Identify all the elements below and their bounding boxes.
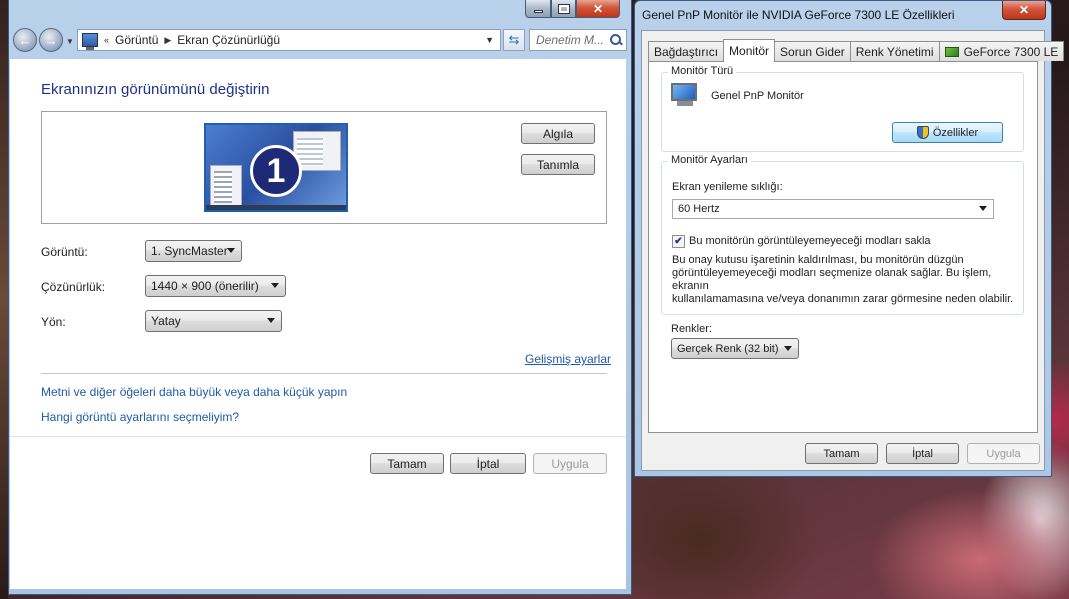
breadcrumb-separator-icon[interactable]: ▶: [164, 35, 171, 46]
search-input[interactable]: Denetim M...: [529, 29, 627, 51]
tab-troubleshoot[interactable]: Sorun Gider: [774, 41, 851, 61]
resolution-select[interactable]: 1440 × 900 (önerilir): [145, 275, 286, 297]
address-dropdown-icon[interactable]: ▼: [485, 35, 494, 45]
uac-shield-icon: [916, 126, 929, 139]
monitor-properties-dialog: Genel PnP Monitör ile NVIDIA GeForce 730…: [634, 0, 1065, 477]
monitor-arrangement-area: 1 Algıla Tanımla: [41, 111, 607, 224]
overflow-chevron-icon[interactable]: «: [104, 35, 109, 45]
breadcrumb-display[interactable]: Görüntü: [115, 33, 158, 47]
resolution-select-value: 1440 × 900 (önerilir): [151, 279, 259, 293]
divider: [41, 373, 607, 374]
dialog-title: Genel PnP Monitör ile NVIDIA GeForce 730…: [642, 8, 955, 22]
window-caption-buttons: ✕: [525, 0, 620, 18]
tab-monitor[interactable]: Monitör: [723, 39, 776, 62]
search-placeholder: Denetim M...: [536, 33, 605, 47]
maximize-icon: [557, 3, 570, 14]
monitor-type-group-title: Monitör Türü: [668, 65, 737, 77]
orientation-select-value: Yatay: [151, 314, 181, 328]
monitor-settings-group-title: Monitör Ayarları: [668, 154, 751, 166]
close-button[interactable]: ✕: [576, 0, 620, 18]
control-panel-window: ✕ ← → ▼ « Görüntü ▶ Ekran Çözünürlüğü ▼ …: [8, 0, 632, 595]
chevron-down-icon: [267, 318, 275, 323]
hide-modes-label[interactable]: Bu monitörün görüntüleyemeyeceği modları…: [689, 235, 931, 247]
monitor-name: Genel PnP Monitör: [711, 90, 804, 102]
desktop-edge: [0, 0, 8, 599]
address-bar[interactable]: « Görüntü ▶ Ekran Çözünürlüğü ▼: [77, 29, 501, 51]
control-panel-icon: [82, 33, 98, 50]
navigation-bar: ← → ▼ « Görüntü ▶ Ekran Çözünürlüğü ▼ ⇆ …: [13, 28, 627, 54]
display-select-value: 1. SyncMaster: [151, 244, 228, 258]
text-size-link[interactable]: Metni ve diğer öğeleri daha büyük veya d…: [41, 385, 347, 399]
chevron-down-icon: [227, 248, 235, 253]
monitor-settings-group: Monitör Ayarları Ekran yenileme sıklığı:…: [661, 154, 1024, 315]
nvidia-icon: [944, 46, 959, 57]
monitor-properties-button[interactable]: Özellikler: [892, 122, 1003, 143]
refresh-rate-label: Ekran yenileme sıklığı:: [672, 181, 783, 193]
monitor-number-badge: 1: [250, 145, 302, 197]
refresh-button[interactable]: ⇆: [503, 29, 525, 51]
recent-pages-dropdown[interactable]: ▼: [66, 37, 74, 46]
monitor-type-group: Monitör Türü Genel PnP Monitör Özellikle…: [661, 65, 1024, 152]
breadcrumb-screen-resolution[interactable]: Ekran Çözünürlüğü: [177, 33, 280, 47]
control-panel-content: Ekranınızın görünümünü değiştirin 1 Algı…: [10, 59, 626, 589]
description-line: Bu onay kutusu işaretinin kaldırılması, …: [672, 254, 964, 266]
hide-modes-description: Bu onay kutusu işaretinin kaldırılması, …: [672, 254, 1022, 306]
preview-window-graphic: [210, 165, 242, 207]
description-line: kullanılamamasına ve/veya donanımın zara…: [672, 293, 1014, 305]
dialog-close-button[interactable]: ✕: [1002, 1, 1046, 20]
orientation-label: Yön:: [41, 315, 66, 329]
refresh-rate-value: 60 Hertz: [678, 203, 720, 215]
dialog-apply-button[interactable]: Uygula: [967, 443, 1040, 464]
minimize-button[interactable]: [525, 0, 551, 18]
divider: [10, 436, 626, 437]
refresh-icon: ⇆: [508, 32, 520, 47]
tab-strip: Bağdaştırıcı Monitör Sorun Gider Renk Yö…: [648, 39, 1065, 62]
forward-button[interactable]: →: [39, 28, 63, 52]
advanced-settings-link[interactable]: Gelişmiş ayarlar: [525, 352, 611, 366]
which-settings-link[interactable]: Hangi görüntü ayarlarını seçmeliyim?: [41, 410, 239, 424]
preview-taskbar: [206, 205, 346, 210]
refresh-rate-select[interactable]: 60 Hertz: [672, 199, 994, 219]
display-label: Görüntü:: [41, 245, 88, 259]
apply-button[interactable]: Uygula: [533, 453, 607, 474]
chevron-down-icon: [784, 346, 792, 351]
dialog-cancel-button[interactable]: İptal: [886, 443, 959, 464]
tab-color-management[interactable]: Renk Yönetimi: [849, 41, 940, 61]
monitor-properties-button-label: Özellikler: [932, 126, 979, 139]
dialog-body: Bağdaştırıcı Monitör Sorun Gider Renk Yö…: [641, 30, 1065, 471]
chevron-down-icon: [979, 206, 987, 211]
close-icon: ✕: [1018, 3, 1030, 17]
identify-button[interactable]: Tanımla: [521, 154, 595, 175]
tab-geforce-label: GeForce 7300 LE: [963, 44, 1059, 59]
dialog-ok-button[interactable]: Tamam: [805, 443, 878, 464]
minimize-icon: [533, 9, 543, 13]
monitor-tile[interactable]: 1: [204, 123, 348, 212]
resolution-label: Çözünürlük:: [41, 280, 106, 294]
tab-geforce[interactable]: GeForce 7300 LE: [938, 41, 1065, 61]
display-select[interactable]: 1. SyncMaster: [145, 240, 242, 262]
page-title: Ekranınızın görünümünü değiştirin: [41, 81, 270, 98]
colors-label: Renkler:: [671, 323, 712, 335]
ok-button[interactable]: Tamam: [370, 453, 444, 474]
colors-select[interactable]: Gerçek Renk (32 bit): [671, 338, 799, 359]
hide-modes-checkbox[interactable]: ✔: [672, 235, 685, 248]
tab-adapter[interactable]: Bağdaştırıcı: [648, 41, 725, 61]
chevron-down-icon: [271, 283, 279, 288]
monitor-icon: [671, 83, 697, 107]
description-line: görüntüleyemeyeceği modları seçmenize ol…: [672, 267, 992, 292]
close-icon: ✕: [592, 1, 604, 16]
forward-arrow-icon: →: [44, 32, 58, 48]
search-icon[interactable]: [609, 33, 623, 47]
orientation-select[interactable]: Yatay: [145, 310, 282, 332]
maximize-button[interactable]: [551, 0, 576, 18]
back-button[interactable]: ←: [13, 28, 37, 52]
back-arrow-icon: ←: [18, 32, 32, 48]
monitor-tab-panel: Monitör Türü Genel PnP Monitör Özellikle…: [648, 61, 1038, 433]
cancel-button[interactable]: İptal: [450, 453, 526, 474]
colors-value: Gerçek Renk (32 bit): [677, 342, 779, 355]
detect-button[interactable]: Algıla: [521, 123, 595, 144]
